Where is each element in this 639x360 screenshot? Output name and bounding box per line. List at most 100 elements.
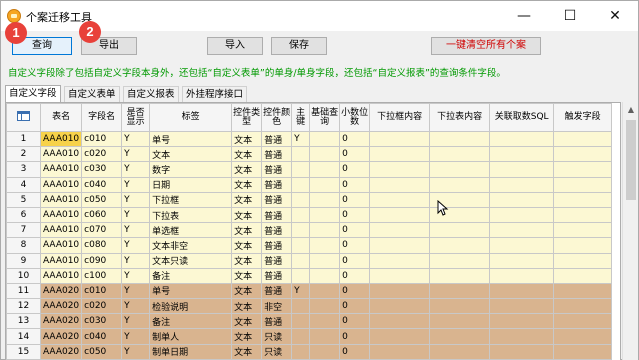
tab-custom-report[interactable]: 自定义报表: [123, 86, 179, 102]
cell-label[interactable]: 单选框: [149, 222, 233, 239]
cell-control-type[interactable]: 文本: [231, 252, 263, 269]
cell-primary-key[interactable]: [291, 343, 311, 360]
cell-base-query[interactable]: [309, 298, 341, 315]
table-row[interactable]: 6 AAA010 c060 Y 下拉表 文本 普通 0: [6, 206, 613, 224]
cell-trigger-field[interactable]: [553, 237, 613, 254]
cell-primary-key[interactable]: [291, 176, 311, 193]
cell-control-color[interactable]: 普通: [261, 313, 293, 330]
cell-primary-key[interactable]: [291, 146, 311, 163]
cell-control-type[interactable]: 文本: [231, 206, 263, 224]
cell-dropdown-content[interactable]: [369, 313, 431, 330]
table-row[interactable]: 12 AAA020 c020 Y 检验说明 文本 非空 0: [6, 298, 613, 315]
cell-table[interactable]: AAA010: [39, 222, 83, 239]
cell-dropdown-table[interactable]: [429, 222, 491, 239]
cell-trigger-field[interactable]: [553, 267, 613, 284]
cell-control-color[interactable]: 普通: [261, 161, 293, 178]
cell-control-color[interactable]: 普通: [261, 130, 293, 148]
cell-dropdown-table[interactable]: [429, 161, 491, 178]
row-number[interactable]: 8: [6, 237, 41, 254]
col-header-control-color[interactable]: 控件颜色: [261, 103, 293, 132]
cell-label[interactable]: 单号: [149, 282, 233, 300]
cell-trigger-field[interactable]: [553, 313, 613, 330]
cell-dropdown-table[interactable]: [429, 328, 491, 345]
cell-dropdown-table[interactable]: [429, 343, 491, 360]
data-grid[interactable]: 表名 字段名 是否显示 标签 控件类型 控件颜色 主键 基础查询 小数位数 下拉…: [5, 102, 621, 360]
cell-dropdown-content[interactable]: [369, 237, 431, 254]
cell-dropdown-table[interactable]: [429, 237, 491, 254]
cell-label[interactable]: 检验说明: [149, 298, 233, 315]
vertical-scrollbar[interactable]: ▲: [622, 102, 638, 360]
cell-primary-key[interactable]: [291, 267, 311, 284]
cell-sql[interactable]: [489, 146, 555, 163]
cell-control-type[interactable]: 文本: [231, 222, 263, 239]
cell-show[interactable]: Y: [121, 161, 151, 178]
col-header-field[interactable]: 字段名: [81, 103, 123, 132]
cell-control-type[interactable]: 文本: [231, 298, 263, 315]
row-number[interactable]: 10: [6, 267, 41, 284]
cell-control-color[interactable]: 普通: [261, 222, 293, 239]
table-row[interactable]: 5 AAA010 c050 Y 下拉框 文本 普通 0: [6, 191, 613, 208]
cell-dropdown-content[interactable]: [369, 252, 431, 269]
cell-field[interactable]: c090: [81, 252, 123, 269]
cell-control-type[interactable]: 文本: [231, 146, 263, 163]
cell-dropdown-table[interactable]: [429, 176, 491, 193]
cell-control-type[interactable]: 文本: [231, 176, 263, 193]
cell-field[interactable]: c030: [81, 161, 123, 178]
cell-primary-key[interactable]: [291, 222, 311, 239]
cell-dropdown-table[interactable]: [429, 313, 491, 330]
cell-control-color[interactable]: 普通: [261, 206, 293, 224]
cell-dropdown-content[interactable]: [369, 267, 431, 284]
table-row[interactable]: 10 AAA010 c100 Y 备注 文本 普通 0: [6, 267, 613, 284]
import-button[interactable]: 导入: [207, 37, 263, 55]
cell-decimals[interactable]: 0: [339, 343, 371, 360]
cell-base-query[interactable]: [309, 343, 341, 360]
cell-sql[interactable]: [489, 282, 555, 300]
cell-show[interactable]: Y: [121, 206, 151, 224]
table-row[interactable]: 14 AAA020 c040 Y 制单人 文本 只读 0: [6, 328, 613, 345]
cell-show[interactable]: Y: [121, 237, 151, 254]
row-number[interactable]: 14: [6, 328, 41, 345]
cell-decimals[interactable]: 0: [339, 161, 371, 178]
cell-decimals[interactable]: 0: [339, 176, 371, 193]
cell-sql[interactable]: [489, 313, 555, 330]
cell-decimals[interactable]: 0: [339, 191, 371, 208]
cell-control-type[interactable]: 文本: [231, 313, 263, 330]
cell-field[interactable]: c100: [81, 267, 123, 284]
cell-dropdown-content[interactable]: [369, 222, 431, 239]
row-number[interactable]: 1: [6, 130, 41, 148]
cell-show[interactable]: Y: [121, 313, 151, 330]
cell-field[interactable]: c050: [81, 343, 123, 360]
cell-control-color[interactable]: 普通: [261, 267, 293, 284]
cell-sql[interactable]: [489, 206, 555, 224]
table-row[interactable]: 8 AAA010 c080 Y 文本非空 文本 普通 0: [6, 237, 613, 254]
cell-base-query[interactable]: [309, 282, 341, 300]
cell-decimals[interactable]: 0: [339, 298, 371, 315]
save-button[interactable]: 保存: [271, 37, 327, 55]
row-number[interactable]: 3: [6, 161, 41, 178]
cell-show[interactable]: Y: [121, 343, 151, 360]
cell-primary-key[interactable]: [291, 252, 311, 269]
cell-base-query[interactable]: [309, 191, 341, 208]
cell-decimals[interactable]: 0: [339, 146, 371, 163]
table-row[interactable]: 9 AAA010 c090 Y 文本只读 文本 普通 0: [6, 252, 613, 269]
cell-control-color[interactable]: 普通: [261, 176, 293, 193]
cell-control-color[interactable]: 普通: [261, 146, 293, 163]
cell-trigger-field[interactable]: [553, 343, 613, 360]
cell-decimals[interactable]: 0: [339, 252, 371, 269]
cell-dropdown-content[interactable]: [369, 146, 431, 163]
cell-field[interactable]: c070: [81, 222, 123, 239]
cell-base-query[interactable]: [309, 237, 341, 254]
cell-base-query[interactable]: [309, 161, 341, 178]
row-number[interactable]: 2: [6, 146, 41, 163]
cell-trigger-field[interactable]: [553, 328, 613, 345]
clear-all-button[interactable]: 一键清空所有个案: [431, 37, 541, 55]
close-button[interactable]: ✕: [592, 1, 638, 31]
col-header-primary-key[interactable]: 主键: [291, 103, 311, 132]
cell-base-query[interactable]: [309, 267, 341, 284]
cell-decimals[interactable]: 0: [339, 130, 371, 148]
cell-trigger-field[interactable]: [553, 298, 613, 315]
cell-decimals[interactable]: 0: [339, 267, 371, 284]
cell-base-query[interactable]: [309, 222, 341, 239]
col-header-label[interactable]: 标签: [149, 103, 233, 132]
cell-trigger-field[interactable]: [553, 191, 613, 208]
